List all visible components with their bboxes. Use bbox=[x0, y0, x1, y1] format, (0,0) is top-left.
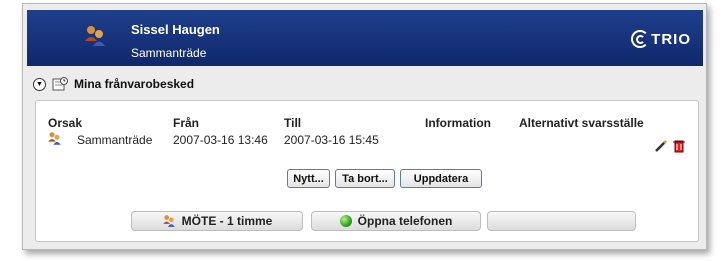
delete-button[interactable]: Ta bort... bbox=[335, 169, 395, 188]
section-title: Mina frånvarobesked bbox=[74, 77, 195, 91]
presence-status: Sammanträde bbox=[131, 46, 207, 60]
group-icon bbox=[48, 132, 61, 145]
empty-button[interactable] bbox=[487, 211, 636, 231]
delete-icon[interactable] bbox=[672, 139, 686, 153]
section-header: ▼ Mina frånvarobesked bbox=[33, 76, 194, 92]
row-till: 2007-03-16 15:45 bbox=[284, 133, 379, 147]
column-header-till: Till bbox=[284, 116, 302, 130]
group-icon bbox=[162, 215, 175, 227]
trio-logo: TRIO bbox=[631, 30, 691, 48]
meeting-button-label: MÖTE - 1 timme bbox=[181, 214, 273, 228]
collapse-arrow-icon[interactable]: ▼ bbox=[33, 77, 46, 91]
trio-logo-text: TRIO bbox=[651, 30, 691, 48]
user-name: Sissel Haugen bbox=[131, 22, 220, 37]
group-icon bbox=[85, 26, 105, 46]
trio-logo-icon bbox=[631, 30, 650, 48]
window-frame: Sissel Haugen Sammanträde TRIO ▼ Mina fr… bbox=[22, 3, 707, 250]
open-phone-button[interactable]: Öppna telefonen bbox=[311, 211, 481, 231]
row-orsak: Sammanträde bbox=[77, 133, 153, 147]
column-header-alternativt: Alternativt svarsställe bbox=[519, 116, 644, 130]
update-button[interactable]: Uppdatera bbox=[400, 169, 482, 188]
column-header-orsak: Orsak bbox=[48, 116, 83, 130]
header-bar: Sissel Haugen Sammanträde TRIO bbox=[27, 10, 703, 66]
meeting-button[interactable]: MÖTE - 1 timme bbox=[131, 211, 303, 231]
open-phone-button-label: Öppna telefonen bbox=[357, 214, 453, 228]
absence-panel: Orsak Från Till Information Alternativt … bbox=[35, 100, 699, 242]
column-header-information: Information bbox=[425, 116, 491, 130]
new-button[interactable]: Nytt... bbox=[287, 169, 330, 188]
status-green-icon bbox=[339, 215, 352, 227]
row-fran: 2007-03-16 13:46 bbox=[173, 133, 268, 147]
absence-note-icon bbox=[52, 77, 68, 91]
column-header-fran: Från bbox=[173, 116, 200, 130]
edit-icon[interactable] bbox=[654, 139, 668, 153]
